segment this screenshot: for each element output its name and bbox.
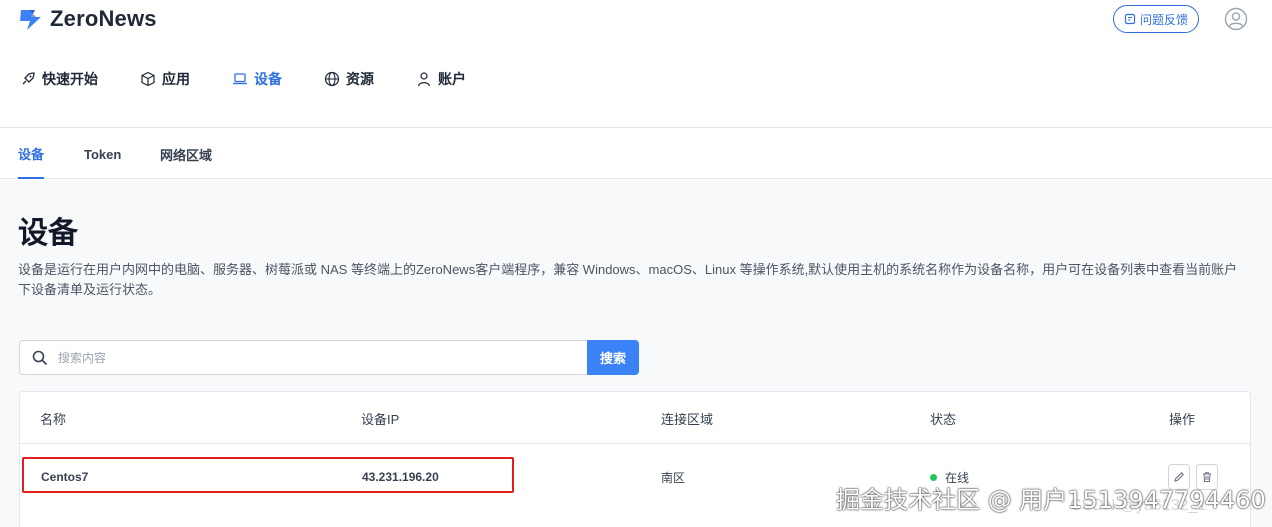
tab-devices[interactable]: 设备 <box>18 129 45 179</box>
feedback-icon <box>1124 13 1136 25</box>
column-header-region: 连接区域 <box>661 411 714 427</box>
nav-item-resources[interactable]: 资源 <box>324 68 374 90</box>
nav-item-quickstart[interactable]: 快速开始 <box>20 68 98 90</box>
table-header: 名称 设备IP 连接区域 状态 操作 <box>20 392 1250 444</box>
user-avatar-icon[interactable] <box>1224 7 1248 31</box>
column-header-ip: 设备IP <box>361 411 400 427</box>
laptop-icon <box>233 73 247 85</box>
juejin-watermark: 掘金技术社区 @ 用户1513947794460 <box>836 486 1266 514</box>
page-description: 设备是运行在用户内网中的电脑、服务器、树莓派或 NAS 等终端上的ZeroNew… <box>18 262 1238 297</box>
nav-label-account: 账户 <box>438 71 466 87</box>
brand-logo[interactable]: ZeroNews <box>18 6 157 32</box>
nav-label-apps: 应用 <box>162 71 190 87</box>
nav-label-quickstart: 快速开始 <box>42 71 98 87</box>
app-header: ZeroNews 问题反馈 快速开始 应用 设备 资源 账户 <box>0 0 1272 128</box>
column-header-actions: 操作 <box>1169 411 1196 427</box>
feedback-label: 问题反馈 <box>1139 12 1188 27</box>
device-ip: 43.231.196.20 <box>362 470 439 484</box>
search-field[interactable] <box>19 340 587 375</box>
feedback-button[interactable]: 问题反馈 <box>1113 5 1199 33</box>
search-bar: 搜索 <box>19 340 639 375</box>
search-icon <box>32 350 48 365</box>
rocket-icon <box>22 72 35 85</box>
device-region: 南区 <box>661 470 686 485</box>
main-content: 设备 设备是运行在用户内网中的电脑、服务器、树莓派或 NAS 等终端上的Zero… <box>0 180 1272 527</box>
zeronews-logo-icon <box>20 10 41 30</box>
search-button[interactable]: 搜索 <box>587 340 639 375</box>
user-icon <box>417 72 431 87</box>
tab-network-zone[interactable]: 网络区域 <box>160 129 212 179</box>
sub-navigation: 设备 Token 网络区域 <box>0 129 1272 179</box>
globe-icon <box>324 71 340 87</box>
brand-name: ZeroNews <box>50 6 157 31</box>
tab-token[interactable]: Token <box>84 129 121 179</box>
nav-item-apps[interactable]: 应用 <box>140 68 190 90</box>
column-header-name: 名称 <box>40 411 67 427</box>
search-input[interactable] <box>58 350 538 365</box>
page-title: 设备 <box>18 217 78 250</box>
device-name: Centos7 <box>41 470 89 484</box>
nav-label-devices: 设备 <box>254 71 282 87</box>
nav-item-account[interactable]: 账户 <box>416 68 466 90</box>
column-header-status: 状态 <box>930 411 957 427</box>
nav-item-devices[interactable]: 设备 <box>232 68 282 90</box>
cube-icon <box>141 71 155 87</box>
nav-label-resources: 资源 <box>346 71 374 87</box>
main-navigation: 快速开始 应用 设备 资源 账户 <box>20 68 508 90</box>
